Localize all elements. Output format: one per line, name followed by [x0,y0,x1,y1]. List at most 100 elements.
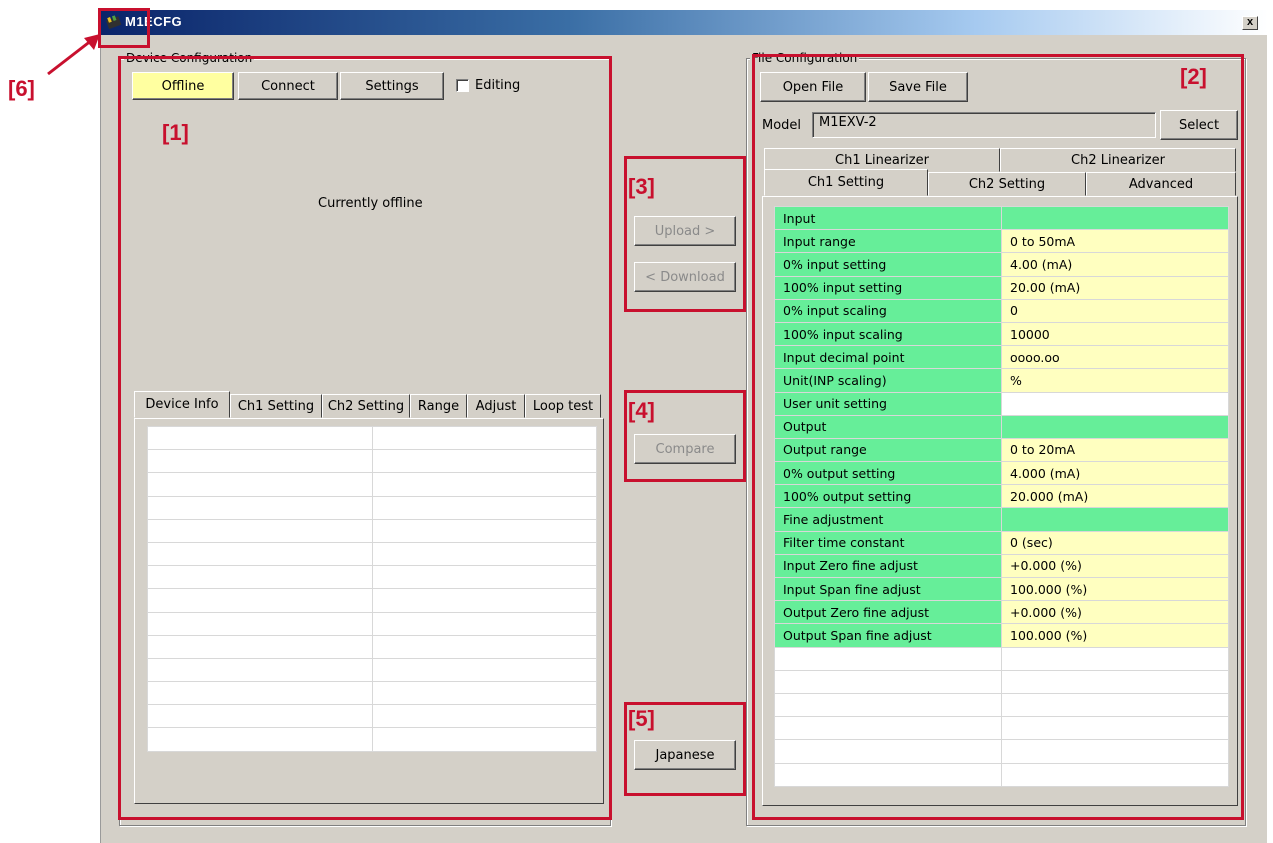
table-row[interactable] [147,449,597,474]
parameter-row[interactable]: Filter time constant 0 (sec) [774,530,1229,555]
table-cell[interactable] [1001,669,1229,694]
table-cell[interactable] [147,518,373,543]
japanese-button[interactable]: Japanese [634,740,736,770]
table-cell[interactable] [147,472,373,497]
table-cell[interactable] [372,634,597,659]
tab-device-ch1-setting[interactable]: Ch1 Setting [230,394,322,418]
table-cell[interactable] [372,588,597,613]
table-cell[interactable] [1001,646,1229,671]
save-file-button[interactable]: Save File [868,72,968,102]
parameter-row[interactable]: Output Zero fine adjust +0.000 (%) [774,600,1229,625]
settings-button[interactable]: Settings [340,72,444,100]
parameter-value[interactable]: % [1001,368,1229,393]
device-info-grid[interactable] [147,425,597,752]
parameter-value[interactable] [1001,414,1229,439]
parameter-row[interactable]: Output [774,414,1229,439]
parameter-row[interactable]: Output Span fine adjust 100.000 (%) [774,623,1229,648]
table-cell[interactable] [147,611,373,636]
parameter-row[interactable]: 100% input setting 20.00 (mA) [774,275,1229,300]
table-row[interactable] [774,716,1229,741]
parameter-row[interactable]: 0% output setting 4.000 (mA) [774,461,1229,486]
parameter-value[interactable] [1001,507,1229,532]
upload-button[interactable]: Upload > [634,216,736,246]
table-cell[interactable] [147,495,373,520]
table-row[interactable] [147,495,597,520]
close-button[interactable]: x [1242,16,1258,30]
table-row[interactable] [147,425,597,451]
parameter-value[interactable]: 0 (sec) [1001,530,1229,555]
parameter-value[interactable]: 4.000 (mA) [1001,461,1229,486]
table-row[interactable] [147,657,597,683]
table-row[interactable] [147,541,597,567]
editing-checkbox-box[interactable] [456,79,469,92]
table-cell[interactable] [147,681,373,706]
table-cell[interactable] [147,565,373,590]
table-row[interactable] [774,762,1229,787]
table-cell[interactable] [372,518,597,543]
parameter-row[interactable]: Input Zero fine adjust +0.000 (%) [774,553,1229,579]
parameter-value[interactable]: 100.000 (%) [1001,623,1229,648]
tab-device-ch2-setting[interactable]: Ch2 Setting [322,394,410,418]
parameter-row[interactable]: Unit(INP scaling)% [774,368,1229,393]
title-bar[interactable]: M1ECFG x [101,10,1268,35]
table-cell[interactable] [372,565,597,590]
table-cell[interactable] [774,762,1002,787]
table-row[interactable] [147,588,597,613]
editing-checkbox[interactable]: Editing [456,78,520,93]
parameter-row[interactable]: Output range 0 to 20mA [774,437,1229,463]
parameter-value[interactable]: +0.000 (%) [1001,600,1229,625]
table-row[interactable] [774,669,1229,694]
table-cell[interactable] [774,669,1002,694]
tab-device-info[interactable]: Device Info [134,391,230,418]
table-cell[interactable] [147,425,373,451]
table-cell[interactable] [1001,716,1229,741]
table-row[interactable] [147,681,597,706]
table-cell[interactable] [372,657,597,683]
table-cell[interactable] [372,727,597,752]
parameter-grid[interactable]: Input Input range 0 to 50mA 0% input settin… [774,205,1229,787]
table-cell[interactable] [372,681,597,706]
tab-device-range[interactable]: Range [410,394,467,418]
parameter-row[interactable]: 0% input scaling 0 [774,298,1229,323]
table-cell[interactable] [774,739,1002,764]
parameter-value[interactable]: 10000 [1001,321,1229,347]
table-cell[interactable] [372,611,597,636]
tab-device-adjust[interactable]: Adjust [467,394,525,418]
connect-button[interactable]: Connect [238,72,338,100]
open-file-button[interactable]: Open File [760,72,866,102]
parameter-value[interactable]: +0.000 (%) [1001,553,1229,579]
table-cell[interactable] [147,449,373,474]
parameter-value[interactable]: 0 [1001,298,1229,323]
table-cell[interactable] [372,541,597,567]
table-cell[interactable] [147,588,373,613]
table-row[interactable] [774,692,1229,718]
parameter-value[interactable]: 20.00 (mA) [1001,275,1229,300]
table-cell[interactable] [372,495,597,520]
parameter-row[interactable]: 100% output setting 20.000 (mA) [774,484,1229,509]
table-cell[interactable] [372,425,597,451]
tab-device-loop-test[interactable]: Loop test [525,394,601,418]
parameter-row[interactable]: Input Span fine adjust 100.000 (%) [774,576,1229,602]
tab-ch2-linearizer[interactable]: Ch2 Linearizer [1000,148,1236,172]
table-row[interactable] [147,472,597,497]
parameter-row[interactable]: Input [774,205,1229,231]
table-cell[interactable] [147,727,373,752]
parameter-value[interactable]: oooo.oo [1001,345,1229,370]
tab-file-ch2-setting[interactable]: Ch2 Setting [928,172,1086,196]
parameter-value[interactable] [1001,391,1229,416]
parameter-row[interactable]: 0% input setting 4.00 (mA) [774,252,1229,277]
table-row[interactable] [147,634,597,659]
parameter-value[interactable]: 20.000 (mA) [1001,484,1229,509]
table-cell[interactable] [147,657,373,683]
tab-file-advanced[interactable]: Advanced [1086,172,1236,196]
table-row[interactable] [774,646,1229,671]
parameter-value[interactable]: 100.000 (%) [1001,576,1229,602]
table-cell[interactable] [372,449,597,474]
parameter-row[interactable]: User unit setting [774,391,1229,416]
compare-button[interactable]: Compare [634,434,736,464]
table-row[interactable] [774,739,1229,764]
table-cell[interactable] [774,692,1002,718]
table-cell[interactable] [1001,692,1229,718]
download-button[interactable]: < Download [634,262,736,292]
table-cell[interactable] [774,646,1002,671]
